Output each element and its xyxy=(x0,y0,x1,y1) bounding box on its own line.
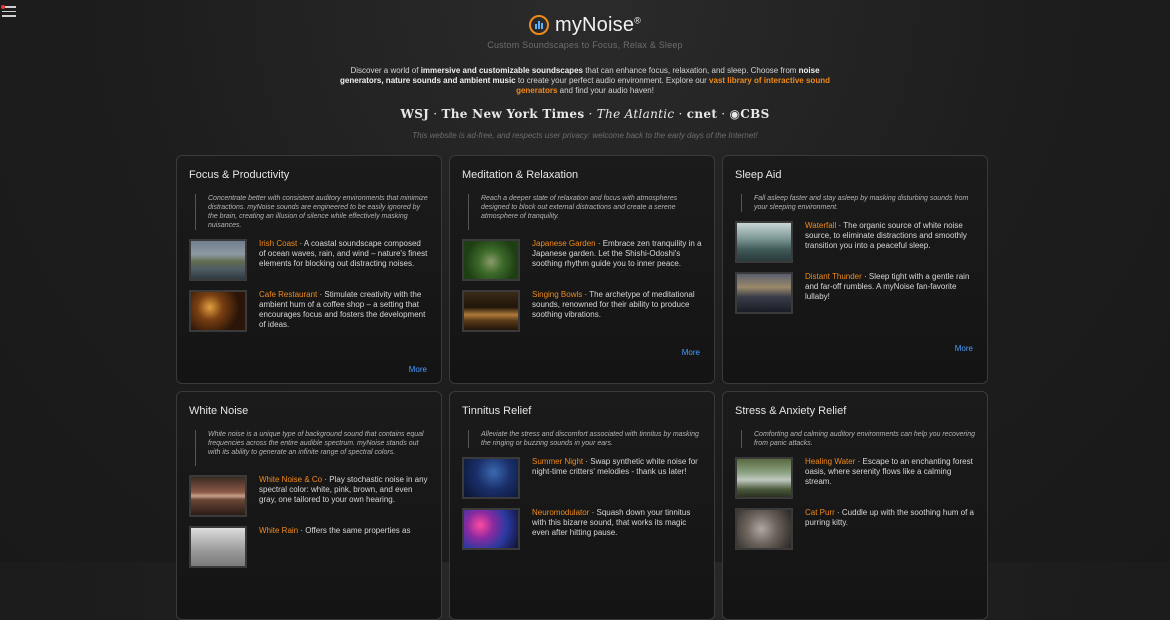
more-link[interactable]: More xyxy=(682,348,700,357)
item-name[interactable]: White Rain xyxy=(259,526,298,535)
ad-free-notice: This website is ad-free, and respects us… xyxy=(412,131,758,140)
logo[interactable]: myNoise® xyxy=(0,12,1170,38)
singing-bowls-thumbnail[interactable] xyxy=(462,290,520,332)
card-title[interactable]: Meditation & Relaxation xyxy=(462,169,702,181)
item-name[interactable]: Neuromodulator xyxy=(532,508,589,517)
irish-coast-thumbnail[interactable] xyxy=(189,239,247,281)
healing-water-thumbnail[interactable] xyxy=(735,457,793,499)
more-link[interactable]: More xyxy=(409,365,427,374)
item-name[interactable]: Cafe Restaurant xyxy=(259,290,317,299)
list-item[interactable]: Neuromodulator · Squash down your tinnit… xyxy=(462,508,702,550)
press-logos: WSJ · The New York Times · The Atlantic … xyxy=(400,107,770,121)
item-name[interactable]: White Noise & Co xyxy=(259,475,322,484)
japanese-garden-thumbnail[interactable] xyxy=(462,239,520,281)
card-stress-anxiety-relief: Stress & Anxiety Relief Comforting and c… xyxy=(722,391,988,620)
notification-dot xyxy=(1,5,5,9)
summer-night-thumbnail[interactable] xyxy=(462,457,520,499)
site-header: myNoise® Custom Soundscapes to Focus, Re… xyxy=(0,12,1170,141)
card-title[interactable]: Sleep Aid xyxy=(735,169,975,181)
list-item[interactable]: Cat Purr · Cuddle up with the soothing h… xyxy=(735,508,975,550)
card-description: Concentrate better with consistent audit… xyxy=(195,194,429,230)
card-meditation-relaxation: Meditation & Relaxation Reach a deeper s… xyxy=(449,155,715,384)
intro-paragraph: Discover a world of immersive and custom… xyxy=(340,66,830,95)
cnet-logo: cnet xyxy=(686,107,718,121)
item-name[interactable]: Irish Coast xyxy=(259,239,297,248)
item-name[interactable]: Summer Night xyxy=(532,457,583,466)
neuromodulator-thumbnail[interactable] xyxy=(462,508,520,550)
logo-equalizer-icon xyxy=(528,15,549,35)
item-name[interactable]: Waterfall xyxy=(805,221,836,230)
list-item[interactable]: Summer Night · Swap synthetic white nois… xyxy=(462,457,702,499)
list-item[interactable]: Irish Coast · A coastal soundscape compo… xyxy=(189,239,429,281)
more-link[interactable]: More xyxy=(955,344,973,353)
card-focus-productivity: Focus & Productivity Concentrate better … xyxy=(176,155,442,384)
list-item[interactable]: Cafe Restaurant · Stimulate creativity w… xyxy=(189,290,429,332)
logo-text: myNoise® xyxy=(554,13,642,36)
card-title[interactable]: Tinnitus Relief xyxy=(462,405,702,417)
atlantic-logo: The Atlantic xyxy=(596,107,675,121)
item-name[interactable]: Healing Water xyxy=(805,457,855,466)
tagline: Custom Soundscapes to Focus, Relax & Sle… xyxy=(487,40,683,50)
card-white-noise: White Noise White noise is a unique type… xyxy=(176,391,442,620)
item-name[interactable]: Cat Purr xyxy=(805,508,835,517)
category-grid: Focus & Productivity Concentrate better … xyxy=(176,155,988,620)
cafe-restaurant-thumbnail[interactable] xyxy=(189,290,247,332)
card-description: Alleviate the stress and discomfort asso… xyxy=(468,430,702,448)
card-sleep-aid: Sleep Aid Fall asleep faster and stay as… xyxy=(722,155,988,384)
item-name[interactable]: Japanese Garden xyxy=(532,239,596,248)
list-item[interactable]: White Noise & Co · Play stochastic noise… xyxy=(189,475,429,517)
card-description: Fall asleep faster and stay asleep by ma… xyxy=(741,194,975,212)
waterfall-thumbnail[interactable] xyxy=(735,221,793,263)
card-description: White noise is a unique type of backgrou… xyxy=(195,430,429,466)
cat-purr-thumbnail[interactable] xyxy=(735,508,793,550)
list-item[interactable]: Singing Bowls · The archetype of meditat… xyxy=(462,290,702,332)
item-name[interactable]: Distant Thunder xyxy=(805,272,862,281)
card-description: Comforting and calming auditory environm… xyxy=(741,430,975,448)
list-item[interactable]: Healing Water · Escape to an enchanting … xyxy=(735,457,975,499)
list-item[interactable]: Waterfall · The organic source of white … xyxy=(735,221,975,263)
nyt-logo: The New York Times xyxy=(441,107,585,121)
card-tinnitus-relief: Tinnitus Relief Alleviate the stress and… xyxy=(449,391,715,620)
cbs-logo: ◉CBS xyxy=(729,107,770,121)
card-description: Reach a deeper state of relaxation and f… xyxy=(468,194,702,230)
wsj-logo: WSJ xyxy=(400,107,430,121)
card-title[interactable]: Focus & Productivity xyxy=(189,169,429,181)
item-name[interactable]: Singing Bowls xyxy=(532,290,582,299)
distant-thunder-thumbnail[interactable] xyxy=(735,272,793,314)
white-noise-thumbnail[interactable] xyxy=(189,475,247,517)
list-item[interactable]: Japanese Garden · Embrace zen tranquilit… xyxy=(462,239,702,281)
card-title[interactable]: Stress & Anxiety Relief xyxy=(735,405,975,417)
list-item[interactable]: Distant Thunder · Sleep tight with a gen… xyxy=(735,272,975,314)
card-title[interactable]: White Noise xyxy=(189,405,429,417)
